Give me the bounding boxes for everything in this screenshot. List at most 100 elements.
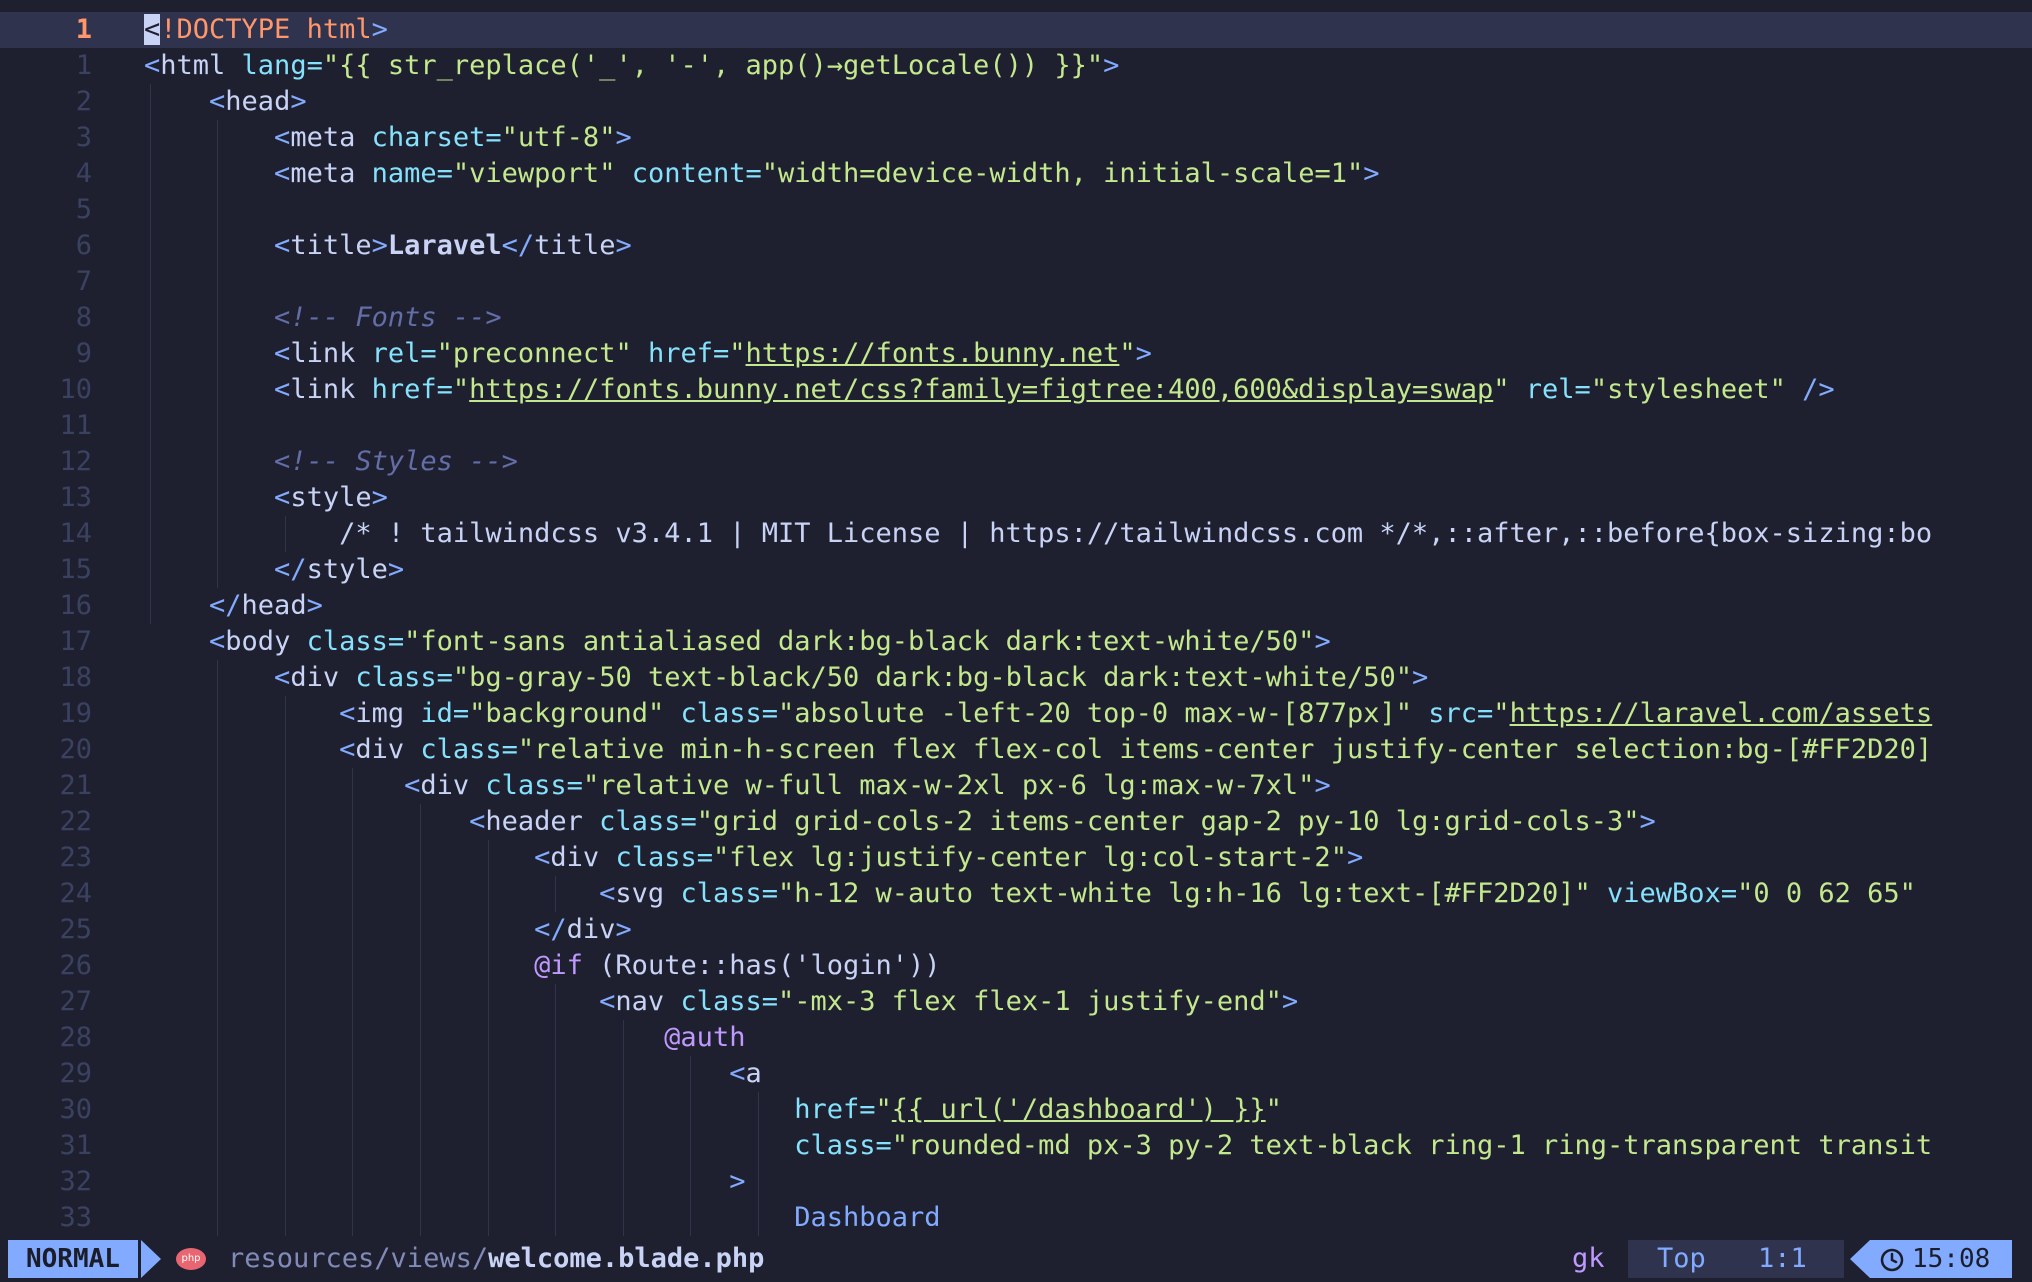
code-token: =	[566, 770, 583, 801]
code-line[interactable]: 31 class="rounded-md px-3 py-2 text-blac…	[0, 1128, 2032, 1164]
code-line[interactable]: 4 <meta name="viewport" content="width=d…	[0, 156, 2032, 192]
code-token: <	[144, 50, 161, 81]
code-token: =	[696, 842, 713, 873]
code-text: <img id="background" class="absolute -le…	[144, 696, 2014, 732]
mode-separator	[141, 1240, 161, 1278]
code-text: <div class="relative min-h-screen flex f…	[144, 732, 2014, 768]
code-line[interactable]: 28 @auth	[0, 1020, 2032, 1056]
code-token: https://fonts.bunny.net/css?family=figtr…	[469, 374, 1494, 405]
code-line[interactable]: 21 <div class="relative w-full max-w-2xl…	[0, 768, 2032, 804]
code-line[interactable]: 18 <div class="bg-gray-50 text-black/50 …	[0, 660, 2032, 696]
code-line[interactable]: 8 <!-- Fonts -->	[0, 300, 2032, 336]
code-text: <svg class="h-12 w-auto text-white lg:h-…	[144, 876, 2014, 912]
code-token: svg	[615, 878, 681, 909]
code-token: html	[160, 50, 242, 81]
code-token: style	[306, 554, 388, 585]
mode-indicator: NORMAL	[8, 1240, 138, 1278]
code-line[interactable]: 26 @if (Route::has('login'))	[0, 948, 2032, 984]
code-line[interactable]: 1 <html lang="{{ str_replace('_', '-', ap…	[0, 48, 2032, 84]
code-line[interactable]: 15 </style>	[0, 552, 2032, 588]
code-token: >	[1314, 626, 1331, 657]
code-line[interactable]: 1 <!DOCTYPE html>	[0, 12, 2032, 48]
code-token: "relative w-full max-w-2xl px-6 lg:max-w…	[582, 770, 1315, 801]
line-number: 10	[59, 374, 92, 405]
clock-separator	[1850, 1240, 1870, 1278]
cursor-position: 1:1	[1758, 1243, 1807, 1274]
code-line[interactable]: 33 Dashboard	[0, 1200, 2032, 1236]
code-text: </div>	[144, 912, 2014, 948]
code-line[interactable]: 5	[0, 192, 2032, 228]
code-line[interactable]: 2 <head>	[0, 84, 2032, 120]
code-line[interactable]: 3 <meta charset="utf-8">	[0, 120, 2032, 156]
code-token: =	[1720, 878, 1738, 909]
code-token: class	[794, 1130, 876, 1161]
code-token: >	[615, 122, 632, 153]
code-token: https://fonts.bunny.net	[745, 338, 1120, 369]
code-line[interactable]: 24 <svg class="h-12 w-auto text-white lg…	[0, 876, 2032, 912]
code-token: <	[274, 662, 291, 693]
code-line[interactable]: 7	[0, 264, 2032, 300]
code-line[interactable]: 32 >	[0, 1164, 2032, 1200]
code-text: <link rel="preconnect" href="https://fon…	[144, 336, 2014, 372]
code-token: /* ! tailwindcss v3.4.1 | MIT License | …	[339, 518, 1933, 549]
code-line[interactable]: 12 <!-- Styles -->	[0, 444, 2032, 480]
code-line[interactable]: 14 /* ! tailwindcss v3.4.1 | MIT License…	[0, 516, 2032, 552]
code-token: "absolute -left-20 top-0 max-w-[877px]"	[778, 698, 1429, 729]
line-number: 24	[59, 878, 92, 909]
code-token: class	[680, 986, 762, 1017]
code-token: <	[209, 626, 226, 657]
line-number: 1	[75, 14, 92, 45]
code-token: =	[485, 122, 502, 153]
code-token: title	[290, 230, 372, 261]
code-token: (Route::has('login'))	[599, 950, 941, 981]
code-line[interactable]: 13 <style>	[0, 480, 2032, 516]
code-token: "	[729, 338, 746, 369]
code-token: >	[290, 86, 307, 117]
code-line[interactable]: 19 <img id="background" class="absolute …	[0, 696, 2032, 732]
code-line[interactable]: 6 <title>Laravel</title>	[0, 228, 2032, 264]
code-token: />	[1802, 374, 1835, 405]
code-token: =	[420, 338, 437, 369]
code-editor[interactable]: 1 <!DOCTYPE html> 1 <html lang="{{ str_repl…	[0, 0, 2032, 1236]
code-line[interactable]: 11	[0, 408, 2032, 444]
code-token: @if	[534, 950, 600, 981]
code-text: @if (Route::has('login'))	[144, 948, 2014, 984]
code-line[interactable]: 27 <nav class="-mx-3 flex flex-1 justify…	[0, 984, 2032, 1020]
code-text: <body class="font-sans antialiased dark:…	[144, 624, 2014, 660]
code-token: header	[485, 806, 600, 837]
code-line[interactable]: 10 <link href="https://fonts.bunny.net/c…	[0, 372, 2032, 408]
line-number: 33	[59, 1202, 92, 1233]
code-token: >	[1363, 158, 1380, 189]
code-line[interactable]: 9 <link rel="preconnect" href="https://f…	[0, 336, 2032, 372]
code-line[interactable]: 16 </head>	[0, 588, 2032, 624]
code-line[interactable]: 17 <body class="font-sans antialiased da…	[0, 624, 2032, 660]
code-token: <	[534, 842, 551, 873]
code-line[interactable]: 20 <div class="relative min-h-screen fle…	[0, 732, 2032, 768]
code-token: =	[859, 1094, 876, 1125]
code-token: <	[599, 878, 616, 909]
code-line[interactable]: 30 href="{{ url('/dashboard') }}"	[0, 1092, 2032, 1128]
code-line[interactable]: 22 <header class="grid grid-cols-2 items…	[0, 804, 2032, 840]
code-token: body	[225, 626, 307, 657]
code-token: <	[469, 806, 486, 837]
code-line[interactable]: 29 <a	[0, 1056, 2032, 1092]
code-token: <	[599, 986, 616, 1017]
code-line[interactable]: 23 <div class="flex lg:justify-center lg…	[0, 840, 2032, 876]
file-path: resources/views/welcome.blade.php	[228, 1240, 764, 1278]
clock-segment: 15:08	[1870, 1240, 2012, 1278]
code-token: class	[306, 626, 388, 657]
status-line: NORMAL php resources/views/welcome.blade…	[0, 1236, 2032, 1282]
code-line[interactable]: 25 </div>	[0, 912, 2032, 948]
code-token: content	[631, 158, 746, 189]
line-number: 29	[59, 1058, 92, 1089]
code-token: "background"	[469, 698, 681, 729]
